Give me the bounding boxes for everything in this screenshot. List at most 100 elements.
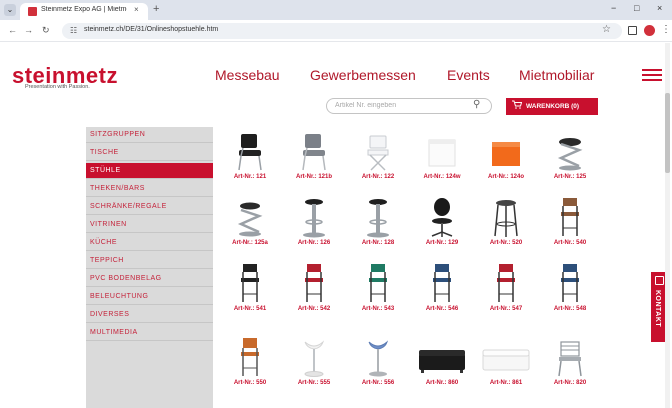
sidebar-item-schraenke-regale[interactable]: SCHRÄNKE/REGALE: [86, 199, 213, 215]
product-label[interactable]: Art-Nr.: 546: [411, 306, 473, 312]
nav-gewerbemessen[interactable]: Gewerbemessen: [310, 67, 416, 83]
office-chair-icon: [431, 198, 453, 237]
product-card[interactable]: Art-Nr.: 861: [475, 336, 537, 396]
back-icon[interactable]: ←: [8, 25, 17, 35]
minimize-icon[interactable]: −: [611, 3, 616, 13]
site-info-icon[interactable]: ☷: [70, 26, 77, 35]
sidebar-item-teppich[interactable]: TEPPICH: [86, 253, 213, 269]
sidebar-item-stuehle[interactable]: STÜHLE: [86, 163, 213, 179]
product-card[interactable]: Art-Nr.: 820: [539, 336, 601, 396]
product-card[interactable]: Art-Nr.: 556: [347, 336, 409, 396]
grey-chair-icon: [302, 134, 326, 171]
product-label[interactable]: Art-Nr.: 550: [219, 380, 281, 386]
product-card[interactable]: Art-Nr.: 540: [539, 196, 601, 256]
product-label[interactable]: Art-Nr.: 520: [475, 240, 537, 246]
product-card[interactable]: Art-Nr.: 541: [219, 262, 281, 322]
sidebar-item-theken-bars[interactable]: THEKEN/BARS: [86, 181, 213, 197]
product-card[interactable]: Art-Nr.: 121: [219, 130, 281, 190]
product-label[interactable]: Art-Nr.: 122: [347, 174, 409, 180]
contact-icon: [655, 276, 664, 285]
sidebar-item-sitzgruppen[interactable]: SITZGRUPPEN: [86, 127, 213, 143]
product-card[interactable]: Art-Nr.: 126: [283, 196, 345, 256]
product-label[interactable]: Art-Nr.: 129: [411, 240, 473, 246]
article-search: ⚲: [326, 98, 492, 114]
product-label[interactable]: Art-Nr.: 860: [411, 380, 473, 386]
product-card[interactable]: Art-Nr.: 543: [347, 262, 409, 322]
z-chair-icon: [557, 138, 583, 171]
product-card[interactable]: Art-Nr.: 129: [411, 196, 473, 256]
product-label[interactable]: Art-Nr.: 556: [347, 380, 409, 386]
product-card[interactable]: Art-Nr.: 122: [347, 130, 409, 190]
address-bar: ← → ↻ ☷ steinmetz.ch/DE/31/Onlineshopstu…: [0, 20, 672, 42]
bookmark-star-icon[interactable]: ☆: [602, 24, 611, 35]
sidebar-item-diverses[interactable]: DIVERSES: [86, 307, 213, 323]
product-card[interactable]: Art-Nr.: 860: [411, 336, 473, 396]
orange-cube-icon: [492, 142, 520, 166]
z-stool-icon: [237, 202, 263, 237]
article-search-input[interactable]: [335, 102, 455, 109]
reload-icon[interactable]: ↻: [42, 25, 50, 36]
url-field[interactable]: ☷ steinmetz.ch/DE/31/Onlineshopstuehle.h…: [62, 23, 622, 39]
close-window-icon[interactable]: ×: [657, 3, 662, 13]
scrollbar-thumb[interactable]: [665, 93, 670, 173]
nav-mietmobiliar[interactable]: Mietmobiliar: [519, 67, 594, 83]
sidebar-item-beleuchtung[interactable]: BELEUCHTUNG: [86, 289, 213, 305]
product-card[interactable]: Art-Nr.: 124o: [475, 130, 537, 190]
product-card[interactable]: Art-Nr.: 128: [347, 196, 409, 256]
blue-bar-chair-icon: [561, 264, 579, 302]
product-card[interactable]: Art-Nr.: 121b: [283, 130, 345, 190]
sidebar-item-kueche[interactable]: KÜCHE: [86, 235, 213, 251]
product-card[interactable]: Art-Nr.: 548: [539, 262, 601, 322]
product-card[interactable]: Art-Nr.: 555: [283, 336, 345, 396]
product-card[interactable]: Art-Nr.: 547: [475, 262, 537, 322]
product-label[interactable]: Art-Nr.: 128: [347, 240, 409, 246]
browser-tab[interactable]: Steinmetz Expo AG | Mietmöbl ×: [20, 3, 148, 20]
extensions-icon[interactable]: [628, 26, 637, 35]
browser-window: ⌄ Steinmetz Expo AG | Mietmöbl × + − □ ×…: [0, 0, 672, 408]
white-cube-icon: [428, 139, 456, 167]
product-label[interactable]: Art-Nr.: 543: [347, 306, 409, 312]
black-sofa-icon: [419, 350, 465, 373]
product-label[interactable]: Art-Nr.: 126: [283, 240, 345, 246]
product-label[interactable]: Art-Nr.: 861: [475, 380, 537, 386]
product-label[interactable]: Art-Nr.: 540: [539, 240, 601, 246]
hamburger-menu-icon[interactable]: [642, 69, 662, 81]
product-card[interactable]: Art-Nr.: 542: [283, 262, 345, 322]
nav-messebau[interactable]: Messebau: [215, 67, 280, 83]
product-card[interactable]: Art-Nr.: 124w: [411, 130, 473, 190]
product-label[interactable]: Art-Nr.: 121b: [283, 174, 345, 180]
forward-icon[interactable]: →: [24, 25, 33, 35]
sidebar-item-pvc-bodenbelag[interactable]: PVC BODENBELAG: [86, 271, 213, 287]
product-card[interactable]: Art-Nr.: 546: [411, 262, 473, 322]
product-label[interactable]: Art-Nr.: 125: [539, 174, 601, 180]
maximize-icon[interactable]: □: [634, 3, 639, 13]
product-label[interactable]: Art-Nr.: 124o: [475, 174, 537, 180]
product-label[interactable]: Art-Nr.: 548: [539, 306, 601, 312]
profile-avatar-icon[interactable]: [644, 25, 655, 36]
product-label[interactable]: Art-Nr.: 541: [219, 306, 281, 312]
product-card[interactable]: Art-Nr.: 520: [475, 196, 537, 256]
product-label[interactable]: Art-Nr.: 125a: [219, 240, 281, 246]
product-label[interactable]: Art-Nr.: 820: [539, 380, 601, 386]
cart-button[interactable]: WARENKORB (0): [506, 98, 598, 115]
product-label[interactable]: Art-Nr.: 121: [219, 174, 281, 180]
sidebar-item-vitrinen[interactable]: VITRINEN: [86, 217, 213, 233]
product-card[interactable]: Art-Nr.: 125: [539, 130, 601, 190]
sidebar-item-multimedia[interactable]: MULTIMEDIA: [86, 325, 213, 341]
search-icon[interactable]: ⚲: [473, 99, 480, 110]
black-chair-icon: [238, 134, 262, 171]
new-tab-icon[interactable]: +: [153, 3, 159, 15]
product-label[interactable]: Art-Nr.: 555: [283, 380, 345, 386]
red-bar-chair-icon: [497, 264, 515, 302]
browser-menu-icon[interactable]: ⋮: [661, 24, 671, 35]
tab-search-icon[interactable]: ⌄: [4, 4, 16, 16]
product-card[interactable]: Art-Nr.: 550: [219, 336, 281, 396]
product-label[interactable]: Art-Nr.: 547: [475, 306, 537, 312]
product-label[interactable]: Art-Nr.: 542: [283, 306, 345, 312]
nav-events[interactable]: Events: [447, 67, 490, 83]
tab-close-icon[interactable]: ×: [134, 5, 139, 14]
product-label[interactable]: Art-Nr.: 124w: [411, 174, 473, 180]
sidebar-item-tische[interactable]: TISCHE: [86, 145, 213, 161]
page-scrollbar[interactable]: [665, 43, 670, 408]
product-card[interactable]: Art-Nr.: 125a: [219, 196, 281, 256]
